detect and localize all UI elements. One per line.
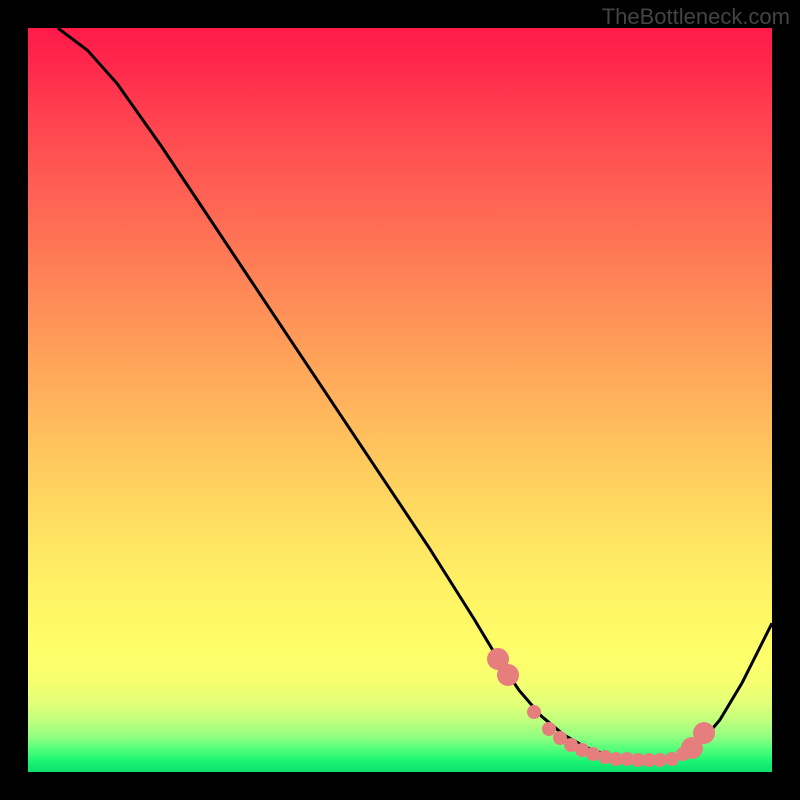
watermark-text: TheBottleneck.com — [602, 4, 790, 30]
data-marker — [497, 664, 519, 686]
plot-area — [28, 28, 772, 772]
data-marker — [693, 722, 715, 744]
data-marker — [527, 705, 541, 719]
curve-line — [28, 28, 772, 772]
